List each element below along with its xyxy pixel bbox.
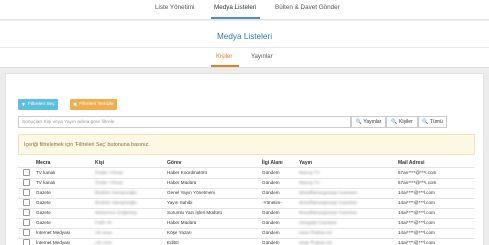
cell-yayin: Mavuş TV xyxy=(299,170,320,175)
cell-mecra: TV kanalı xyxy=(36,170,56,175)
cell-yayin: Muzaffatrangiusayi Gazetesi xyxy=(299,200,357,205)
page-title: Medya Listeleri xyxy=(216,32,273,41)
cell-mecra: Gazete xyxy=(36,220,51,225)
cell-gorev: Editör xyxy=(167,240,180,245)
table-row: TV kanalı Önder Yılmaz Haber Koordinatör… xyxy=(18,168,475,178)
search-icon: 🔍 xyxy=(422,119,429,125)
tab-liste-yonetimi[interactable]: Liste Yönetimi xyxy=(155,4,194,11)
cell-kisi: Önder Yılmaz xyxy=(95,170,123,175)
tab-bulten-davet[interactable]: Bülten & Davet Gönder xyxy=(275,4,340,11)
filter-info-alert: İçeriği filtrelemek için 'Filtreleri Seç… xyxy=(18,134,475,155)
row-checkbox[interactable] xyxy=(23,239,30,245)
search-icon: 🔍 xyxy=(391,119,398,125)
select-filters-button[interactable]: ▼ Filtreleri Seç xyxy=(18,99,58,110)
table-row: Gazete İbrahim Hamarooğlu Genel Yayın Yö… xyxy=(18,188,475,198)
search-icon: 🔍 xyxy=(355,119,362,125)
active-tab-indicator xyxy=(211,17,260,19)
cell-mail: 14ai****@***l.com xyxy=(398,190,435,195)
cell-kisi: İbrahim Hamarooğlu xyxy=(95,200,137,205)
active-subtab-indicator xyxy=(211,65,239,67)
cell-yayin: Muzaffatrangiusayi Gazetesi xyxy=(299,190,357,195)
cell-kisi: Muharrem Doğantaş xyxy=(95,210,137,215)
top-navigation: Liste Yönetimi Medya Listeleri Bülten & … xyxy=(0,0,489,20)
cell-mail: 67an****@***i.com xyxy=(398,170,437,175)
cell-mecra: Gazete xyxy=(36,190,51,195)
cell-gorev: Sorumlu Yazı İşleri Müdürü xyxy=(167,210,222,215)
table-row: TV kanalı Önder Yılmaz Haber Müdürü Günd… xyxy=(18,178,475,188)
row-checkbox[interactable] xyxy=(23,189,30,196)
table-row: Gazete İbrahim Hamarooğlu Yayın Sahibi -… xyxy=(18,198,475,208)
media-list-panel: ▼ Filtreleri Seç ✖ Filtreleri Temizle So… xyxy=(5,73,484,245)
row-checkbox[interactable] xyxy=(23,229,30,236)
cell-yayin: www.Thabat.net xyxy=(299,240,332,245)
subtab-kisiler[interactable]: Kişiler xyxy=(216,54,232,60)
cell-mecra: Gazete xyxy=(36,210,51,215)
cell-mail: 14ai****@***l.com xyxy=(398,230,435,235)
clear-filters-button[interactable]: ✖ Filtreleri Temizle xyxy=(70,99,117,110)
search-yayinlar-label: Yayınlar xyxy=(363,119,382,125)
cell-mail: 14ai****@***l.com xyxy=(398,240,435,245)
cell-yayin: www.Thabat.net xyxy=(299,230,332,235)
cell-ilgi: Gündem xyxy=(262,230,280,235)
cell-mecra: TV kanalı xyxy=(36,180,56,185)
column-header-mecra[interactable]: Mecra xyxy=(36,160,50,166)
search-kisiler-label: Kişiler xyxy=(399,119,413,125)
cell-gorev: Genel Yayın Yönetmeni xyxy=(167,190,216,195)
header-divider xyxy=(0,47,489,48)
cell-kisi: Ali Uzun xyxy=(95,230,113,235)
cell-ilgi: Gündem xyxy=(262,220,280,225)
search-input[interactable]: Sonuçları Kişi veya Yayın adına göre fil… xyxy=(18,116,351,128)
row-checkbox[interactable] xyxy=(23,219,30,226)
cell-yayin: Mavuş TV xyxy=(299,180,320,185)
cell-ilgi: Gündem xyxy=(262,170,280,175)
cell-ilgi: Gündem xyxy=(262,180,280,185)
cell-gorev: Haber Müdürü xyxy=(167,220,197,225)
table-row: İnternet Medyası Ali Uzun Köşe Yazarı Gü… xyxy=(18,228,475,238)
cell-ilgi: Gündem xyxy=(262,240,280,245)
cell-ilgi: Gündem xyxy=(262,210,280,215)
search-tumu-label: Tümü xyxy=(429,119,443,125)
cell-yayin: Sengalat Gazetesi xyxy=(299,220,337,225)
cell-mail: 14ai****@***l.com xyxy=(398,210,435,215)
column-header-mail[interactable]: Mail Adresi xyxy=(398,160,425,166)
search-yayinlar-button[interactable]: 🔍 Yayınlar xyxy=(351,116,386,128)
close-icon: ✖ xyxy=(73,101,78,108)
table-row: Gazete Fatih Ak Haber Müdürü Gündem Seng… xyxy=(18,218,475,228)
row-checkbox[interactable] xyxy=(23,179,30,186)
table-row: Gazete Muharrem Doğantaş Sorumlu Yazı İş… xyxy=(18,208,475,218)
clear-filters-label: Filtreleri Temizle xyxy=(79,102,114,107)
cell-mecra: İnternet Medyası xyxy=(36,230,71,235)
cell-ilgi: -Yönetim- xyxy=(262,200,282,205)
row-checkbox[interactable] xyxy=(23,199,30,206)
cell-mail: 14ai****@***l.com xyxy=(398,220,435,225)
cell-gorev: Haber Müdürü xyxy=(167,180,197,185)
select-filters-label: Filtreleri Seç xyxy=(27,102,55,107)
subtab-yayinlar[interactable]: Yayınlar xyxy=(251,54,273,60)
table-row: İnternet Medyası Ali Uzun Editör Gündem … xyxy=(18,238,475,245)
cell-mecra: Gazete xyxy=(36,200,51,205)
column-header-ilgi-alani[interactable]: İlgi Alanı xyxy=(262,160,283,166)
cell-yayin: Muzaffatrangiusayi Gazetesi xyxy=(299,210,357,215)
cell-mail: 67an****@***i.com xyxy=(398,180,437,185)
cell-gorev: Köşe Yazarı xyxy=(167,230,192,235)
filter-icon: ▼ xyxy=(21,101,26,108)
row-checkbox[interactable] xyxy=(23,169,30,176)
row-checkbox[interactable] xyxy=(23,209,30,216)
search-tumu-button[interactable]: 🔍 Tümü xyxy=(418,116,447,128)
cell-kisi: Fatih Ak xyxy=(95,220,112,225)
cell-kisi: Önder Yılmaz xyxy=(95,180,123,185)
tab-medya-listeleri[interactable]: Medya Listeleri xyxy=(214,4,256,11)
cell-mail: 14ai****@***l.com xyxy=(398,200,435,205)
cell-gorev: Yayın Sahibi xyxy=(167,200,193,205)
cell-mecra: İnternet Medyası xyxy=(36,240,71,245)
column-header-kisi[interactable]: Kişi xyxy=(95,160,104,166)
cell-kisi: Ali Uzun xyxy=(95,240,113,245)
cell-kisi: İbrahim Hamarooğlu xyxy=(95,190,137,195)
cell-ilgi: Gündem xyxy=(262,190,280,195)
column-header-yayin[interactable]: Yayın xyxy=(299,160,312,166)
column-header-gorev[interactable]: Görev xyxy=(167,160,181,166)
cell-gorev: Haber Koordinatörü xyxy=(167,170,208,175)
page-header: Medya Listeleri Kişiler Yayınlar xyxy=(0,21,489,68)
search-kisiler-button[interactable]: 🔍 Kişiler xyxy=(386,116,418,128)
